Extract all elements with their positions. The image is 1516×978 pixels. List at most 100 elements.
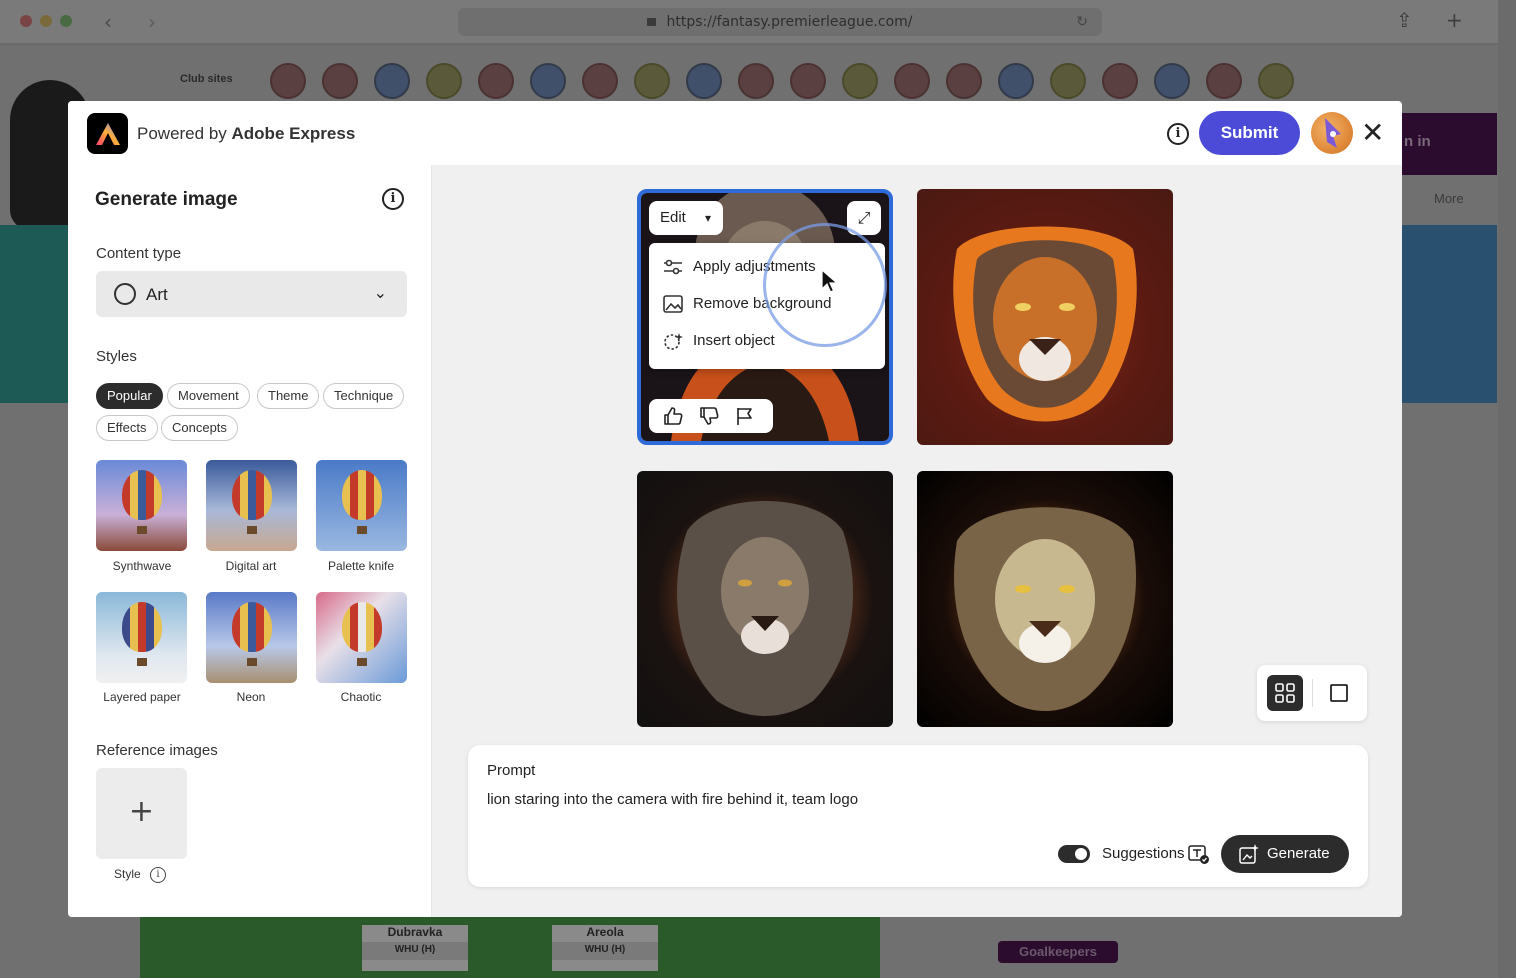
image-icon [663,295,683,313]
address-bar[interactable]: https://fantasy.premierleague.com/ ↻ [458,8,1102,36]
close-icon[interactable]: ✕ [1361,119,1384,147]
menu-item-label: Insert object [693,332,775,349]
generated-image-3[interactable] [637,471,893,727]
chevron-right-icon[interactable]: › [148,10,156,34]
info-icon[interactable]: i [150,867,166,883]
art-icon [114,283,136,305]
style-label: Chaotic [340,690,382,704]
thumbs-down-icon[interactable] [699,406,719,426]
avatar[interactable] [1311,112,1353,154]
more-menu[interactable]: More [1434,191,1464,206]
club-badge[interactable] [634,63,670,99]
window-zoom-button[interactable] [60,15,72,27]
style-filter-technique[interactable]: Technique [323,383,405,409]
club-badge[interactable] [894,63,930,99]
club-badge[interactable] [374,63,410,99]
prompt-label: Prompt [487,762,536,779]
grid-view-icon[interactable] [1267,675,1303,711]
club-badge[interactable] [322,63,358,99]
info-icon[interactable]: i [382,188,404,210]
style-label: Neon [236,690,266,704]
content-type-select[interactable]: Art ⌄ [96,271,407,317]
club-badge[interactable] [790,63,826,99]
window-minimize-button[interactable] [40,15,52,27]
club-badge[interactable] [738,63,774,99]
window-close-button[interactable] [20,15,32,27]
thumbs-up-icon[interactable] [663,406,683,426]
basket-icon [247,526,257,534]
club-badge[interactable] [1206,63,1242,99]
style-filter-effects[interactable]: Effects [96,415,158,441]
prompt-input[interactable]: lion staring into the camera with fire b… [487,791,858,808]
style-filter-popular[interactable]: Popular [96,383,163,409]
adobe-express-modal: Powered by Adobe Express i Submit ✕ Gene… [68,101,1402,917]
generated-image-2[interactable] [917,189,1173,445]
club-badge[interactable] [1258,63,1294,99]
content-type-value: Art [146,285,168,304]
prompt-panel: Prompt lion staring into the camera with… [468,745,1368,887]
add-reference-image-button[interactable]: + [96,768,187,859]
style-filter-theme[interactable]: Theme [257,383,320,409]
club-badge[interactable] [1154,63,1190,99]
menu-item-label: Apply adjustments [693,258,816,275]
style-palette-knife[interactable] [316,460,407,551]
single-view-icon[interactable] [1321,675,1357,711]
chevron-down-icon: ▾ [704,211,711,225]
info-icon[interactable]: i [1167,123,1189,145]
share-icon[interactable]: ⇪ [1396,8,1413,32]
goalkeepers-badge: Goalkeepers [998,941,1118,963]
club-badges [270,63,1294,99]
style-synthwave[interactable] [96,460,187,551]
club-badge[interactable] [426,63,462,99]
club-badge[interactable] [478,63,514,99]
flag-icon[interactable] [735,406,755,426]
style-filter-movement[interactable]: Movement [167,383,250,409]
club-badge[interactable] [1102,63,1138,99]
sign-in-link[interactable]: n in [1404,133,1431,150]
basket-icon [137,526,147,534]
club-badge[interactable] [842,63,878,99]
menu-item-remove-background[interactable]: Remove background [663,291,831,317]
style-neon[interactable] [206,592,297,683]
mouse-cursor-icon [821,269,839,293]
club-badge[interactable] [530,63,566,99]
adobe-express-logo [87,113,128,154]
style-digital-art[interactable] [206,460,297,551]
generated-image-1[interactable]: Edit ▾ ⤢ Apply adjustments Remove backgr… [637,189,893,445]
pitch [140,915,880,978]
club-badge[interactable] [270,63,306,99]
balloon-icon [232,602,272,652]
chevron-left-icon[interactable]: ‹ [104,10,112,34]
club-badge[interactable] [686,63,722,99]
generated-image-4[interactable] [917,471,1173,727]
style-chaotic[interactable] [316,592,407,683]
club-badge[interactable] [582,63,618,99]
reload-icon[interactable]: ↻ [1076,8,1088,36]
plus-icon[interactable]: + [1446,8,1463,32]
menu-item-insert-object[interactable]: Insert object [663,328,775,354]
content-type-label: Content type [96,245,182,262]
results-area: Edit ▾ ⤢ Apply adjustments Remove backgr… [432,165,1402,917]
feedback-bar [649,399,773,433]
submit-button[interactable]: Submit [1199,111,1300,155]
generate-button[interactable]: Generate [1221,835,1349,873]
player-card[interactable]: Dubravka WHU (H) [362,925,468,971]
sparkle-select-icon [664,333,683,350]
club-badge[interactable] [946,63,982,99]
hero-banner-left [0,225,70,403]
expand-icon[interactable]: ⤢ [847,201,881,235]
edit-dropdown-button[interactable]: Edit ▾ [649,201,723,235]
suggestions-toggle[interactable] [1058,845,1090,863]
club-badge[interactable] [1050,63,1086,99]
style-filter-concepts[interactable]: Concepts [161,415,238,441]
powered-by-prefix: Powered by [137,124,227,143]
edit-label: Edit [660,209,686,226]
style-layered-paper[interactable] [96,592,187,683]
text-check-icon[interactable] [1188,843,1210,865]
style-label: Synthwave [112,559,172,573]
player-card[interactable]: Areola WHU (H) [552,925,658,971]
club-badge[interactable] [998,63,1034,99]
balloon-icon [122,602,162,652]
player-fixture: WHU (H) [362,942,468,960]
menu-item-apply-adjustments[interactable]: Apply adjustments [663,254,816,280]
